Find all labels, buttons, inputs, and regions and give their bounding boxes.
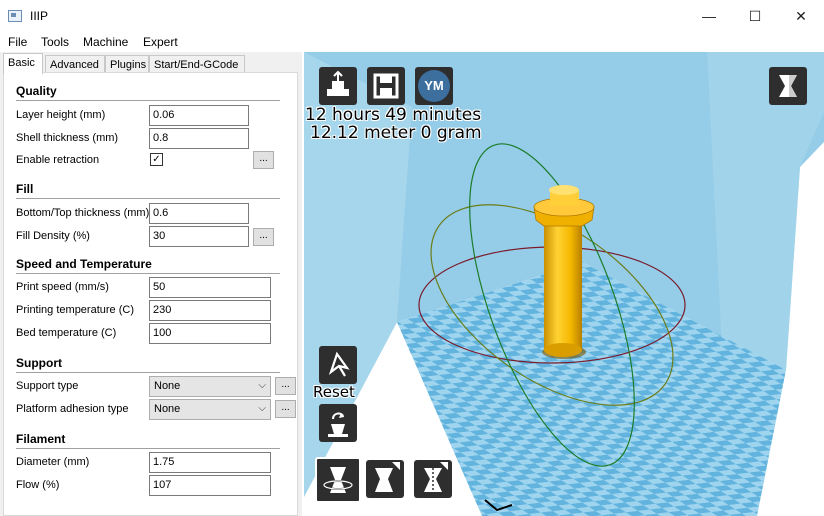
shell-thickness-input[interactable]: 0.8 (149, 128, 249, 149)
model-cap-top (549, 185, 579, 195)
view-mode-icon (779, 75, 797, 97)
support-type-label: Support type (16, 380, 79, 392)
lay-flat-button[interactable] (319, 404, 357, 442)
layer-height-label: Layer height (mm) (16, 109, 106, 121)
lay-flat-icon (328, 412, 348, 437)
divider (16, 198, 280, 199)
support-type-value: None (154, 380, 181, 392)
diameter-input[interactable]: 1.75 (149, 452, 271, 473)
model-column[interactable] (544, 224, 582, 350)
bed-temperature-input[interactable]: 100 (149, 323, 271, 344)
adhesion-settings-button[interactable]: ... (275, 400, 296, 418)
load-model-icon (327, 70, 349, 96)
bottom-top-thickness-input[interactable]: 0.6 (149, 203, 249, 224)
support-heading: Support (16, 356, 62, 370)
scale-icon (375, 462, 400, 492)
youmagine-label: YM (424, 78, 444, 93)
rotate-button[interactable] (319, 346, 357, 384)
rotate-icon (328, 351, 350, 377)
support-settings-button[interactable]: ... (275, 377, 296, 395)
mirror-button[interactable] (414, 460, 452, 498)
layer-height-input[interactable]: 0.06 (149, 105, 249, 126)
app-icon (8, 10, 22, 22)
model-base (544, 343, 582, 357)
menu-file[interactable]: File (8, 35, 27, 49)
enable-retraction-label: Enable retraction (16, 154, 100, 166)
diameter-label: Diameter (mm) (16, 456, 90, 468)
retraction-settings-button[interactable]: ... (253, 151, 274, 169)
close-button[interactable]: ✕ (778, 0, 824, 32)
tab-basic[interactable]: Basic (3, 53, 43, 74)
menu-machine[interactable]: Machine (83, 35, 128, 49)
platform-adhesion-value: None (154, 403, 181, 415)
flow-input[interactable]: 107 (149, 475, 271, 496)
speed-temperature-heading: Speed and Temperature (16, 257, 152, 271)
bottom-top-thickness-label: Bottom/Top thickness (mm) (16, 207, 150, 219)
quality-heading: Quality (16, 84, 57, 98)
menu-expert[interactable]: Expert (143, 35, 178, 49)
printing-temperature-label: Printing temperature (C) (16, 304, 134, 316)
maximize-button[interactable]: ☐ (732, 0, 778, 32)
enable-retraction-checkbox[interactable]: ✓ (150, 153, 163, 166)
mirror-icon (424, 462, 448, 492)
youmagine-button[interactable]: YM (415, 67, 453, 105)
fill-density-input[interactable]: 30 (149, 226, 249, 247)
menu-bar: File Tools Machine Expert (0, 32, 824, 52)
rotate-tool-button[interactable] (315, 457, 361, 503)
save-gcode-icon (373, 73, 399, 99)
chevron-down-icon: ⌵ (258, 380, 266, 391)
divider (16, 372, 280, 373)
save-gcode-button[interactable] (367, 67, 405, 105)
minimize-button[interactable]: — (686, 0, 732, 32)
printing-temperature-input[interactable]: 230 (149, 300, 271, 321)
view-mode-button[interactable] (769, 67, 807, 105)
menu-tools[interactable]: Tools (41, 35, 69, 49)
filament-heading: Filament (16, 432, 66, 446)
fill-settings-button[interactable]: ... (253, 228, 274, 246)
divider (16, 448, 280, 449)
divider (16, 100, 280, 101)
print-amount: 12.12 meter 0 gram (310, 123, 482, 143)
flow-label: Flow (%) (16, 479, 60, 491)
rotate-tool-icon (323, 467, 353, 493)
fill-heading: Fill (16, 182, 34, 196)
bed-temperature-label: Bed temperature (C) (16, 327, 117, 339)
window-title: IIIP (30, 9, 49, 23)
print-speed-label: Print speed (mm/s) (16, 281, 109, 293)
shell-thickness-label: Shell thickness (mm) (16, 132, 119, 144)
title-bar: IIIP — ☐ ✕ (0, 0, 824, 32)
platform-adhesion-select[interactable]: None ⌵ (149, 399, 271, 420)
basic-settings-page: Quality Layer height (mm) 0.06 Shell thi… (3, 72, 298, 516)
support-type-select[interactable]: None ⌵ (149, 376, 271, 397)
platform-adhesion-label: Platform adhesion type (16, 403, 129, 415)
print-speed-input[interactable]: 50 (149, 277, 271, 298)
3d-viewport[interactable]: YM 12 hours 49 minutes 12.12 meter 0 gra… (302, 52, 824, 516)
scale-button[interactable] (366, 460, 404, 498)
reset-label[interactable]: Reset (313, 383, 355, 401)
settings-panel: Basic Advanced Plugins Start/End-GCode Q… (0, 52, 302, 516)
divider (16, 273, 280, 274)
print-time: 12 hours 49 minutes (305, 105, 482, 125)
chevron-down-icon: ⌵ (258, 403, 266, 414)
fill-density-label: Fill Density (%) (16, 230, 90, 242)
load-model-button[interactable] (319, 67, 357, 105)
